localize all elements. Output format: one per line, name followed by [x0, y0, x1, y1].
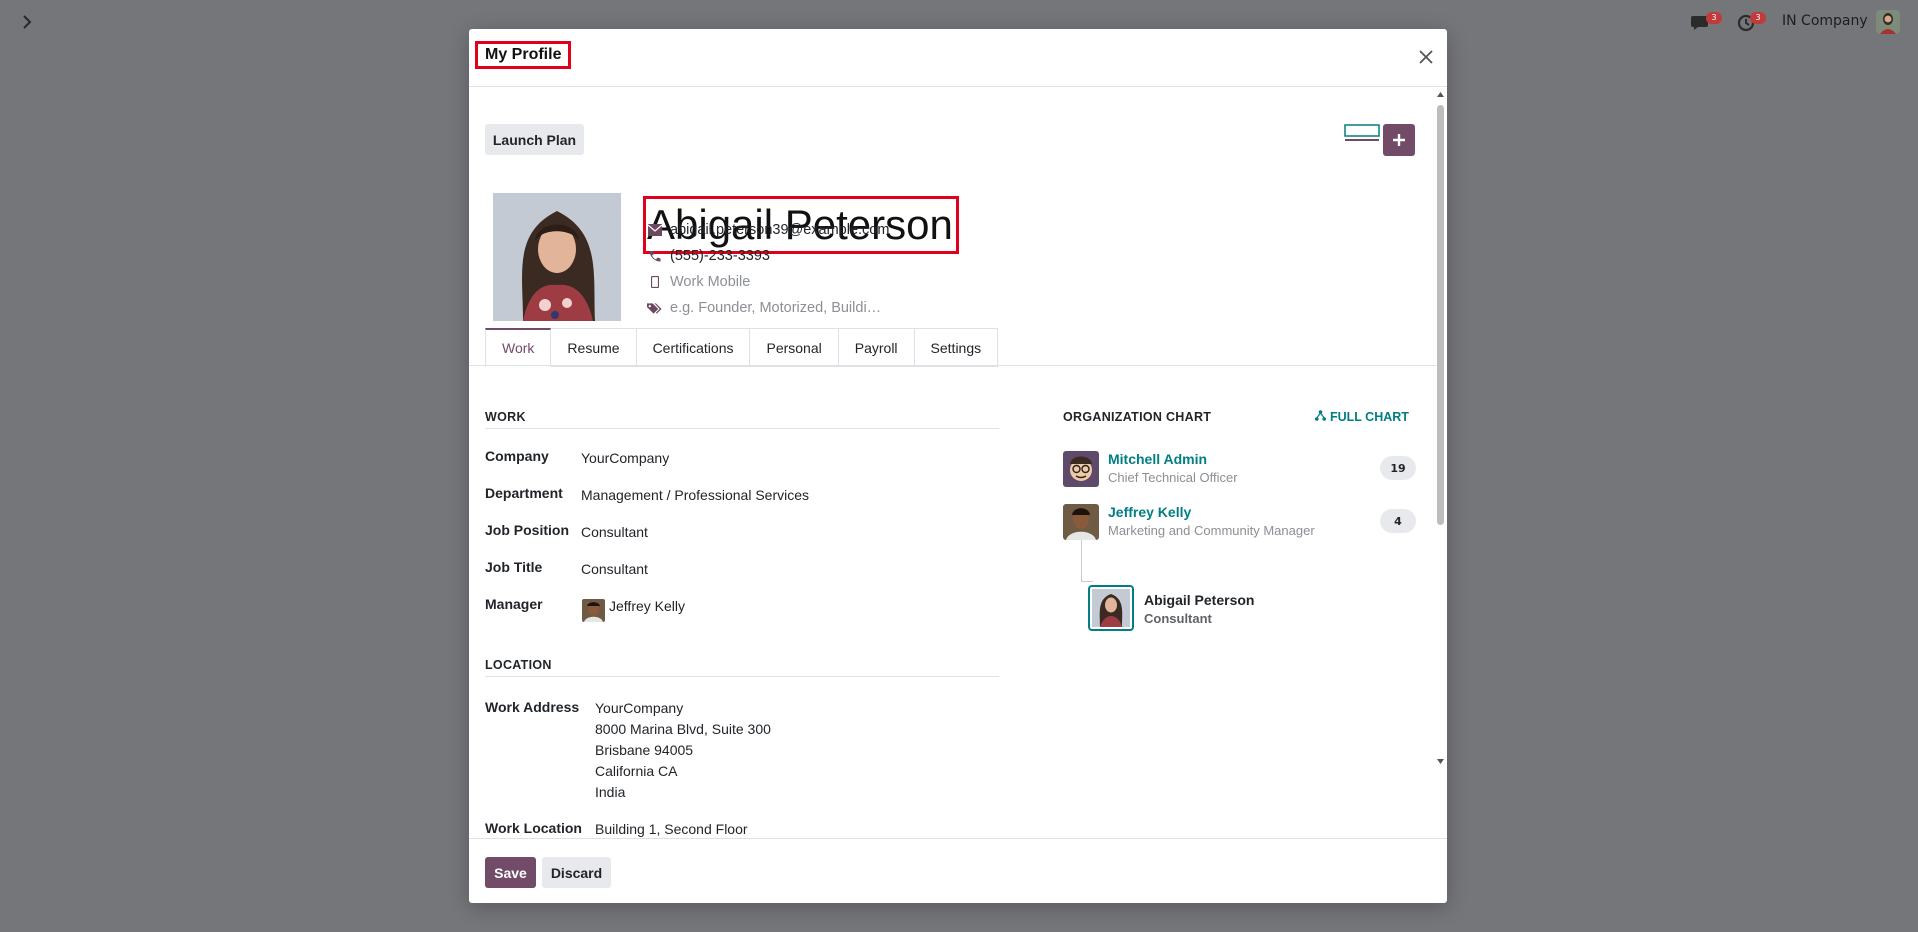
mobile-icon	[647, 275, 662, 290]
tab-work[interactable]: Work	[485, 328, 552, 367]
org-person-role-2: Marketing and Community Manager	[1108, 523, 1315, 538]
job-position-value[interactable]: Consultant	[581, 524, 648, 540]
form-tabs: Work Resume Certifications Personal Payr…	[485, 328, 999, 367]
work-address-line-4: California CA	[595, 763, 678, 779]
work-address-line-5: India	[595, 784, 626, 800]
profile-dialog: My Profile Launch Plan Abigail Peterson …	[469, 29, 1447, 903]
tabs-divider	[469, 365, 1436, 366]
work-location-label: Work Location	[485, 820, 582, 836]
location-section-title: LOCATION	[485, 658, 552, 672]
phone-icon	[647, 249, 662, 264]
mitchell-admin-avatar[interactable]	[1063, 451, 1099, 487]
company-value[interactable]: YourCompany	[581, 450, 669, 466]
work-section-divider	[485, 428, 999, 429]
subordinates-count-badge-1[interactable]: 19	[1380, 456, 1416, 480]
tab-payroll[interactable]: Payroll	[838, 328, 915, 367]
department-label: Department	[485, 485, 563, 501]
user-avatar[interactable]	[1876, 10, 1900, 34]
tags-placeholder: e.g. Founder, Motorized, Buildi…	[670, 300, 882, 316]
tab-personal[interactable]: Personal	[750, 328, 839, 367]
tab-certifications[interactable]: Certifications	[636, 328, 751, 367]
org-connector-line	[1081, 540, 1082, 582]
manager-label: Manager	[485, 596, 543, 612]
org-connector-branch	[1081, 581, 1093, 582]
save-button[interactable]: Save	[485, 857, 536, 888]
work-address-label: Work Address	[485, 699, 580, 715]
job-title-value[interactable]: Consultant	[581, 561, 648, 577]
phone-row[interactable]: (555)-233-3393	[647, 248, 770, 264]
dialog-title: My Profile	[475, 41, 572, 69]
manager-value[interactable]: Jeffrey Kelly	[609, 598, 685, 614]
org-person-name-3: Abigail Peterson	[1144, 592, 1255, 608]
location-section-divider	[485, 676, 999, 677]
tags-icon	[647, 301, 662, 316]
envelope-icon	[647, 223, 662, 238]
sidebar-toggle-chevron-icon[interactable]	[17, 12, 37, 32]
dialog-header: My Profile	[469, 29, 1447, 87]
company-label: Company	[485, 448, 549, 464]
org-person-name-2[interactable]: Jeffrey Kelly	[1108, 504, 1191, 520]
email-row[interactable]: abigail.peterson39@example.com	[647, 222, 889, 238]
tags-row[interactable]: e.g. Founder, Motorized, Buildi…	[647, 300, 881, 316]
full-chart-label: FULL CHART	[1330, 410, 1409, 424]
subordinates-count-badge-2[interactable]: 4	[1380, 509, 1416, 533]
work-address-line-2: 8000 Marina Blvd, Suite 300	[595, 721, 771, 737]
org-person-role-1: Chief Technical Officer	[1108, 470, 1238, 485]
jeffrey-kelly-avatar[interactable]	[1063, 504, 1099, 540]
full-chart-link[interactable]: FULL CHART	[1315, 410, 1409, 424]
dialog-footer: Save Discard	[469, 838, 1447, 904]
dialog-body: Launch Plan Abigail Peterson abigail.pet…	[469, 87, 1447, 838]
manager-avatar	[582, 599, 605, 622]
launch-plan-button[interactable]: Launch Plan	[485, 124, 584, 155]
email-value: abigail.peterson39@example.com	[670, 222, 890, 238]
org-person-name-1[interactable]: Mitchell Admin	[1108, 451, 1207, 467]
employee-photo[interactable]	[493, 193, 621, 321]
add-plus-button[interactable]	[1383, 124, 1415, 156]
work-address-line-1[interactable]: YourCompany	[595, 700, 683, 716]
scrollbar-thumb[interactable]	[1437, 105, 1444, 525]
close-icon[interactable]	[1416, 47, 1436, 67]
mobile-placeholder: Work Mobile	[670, 274, 751, 290]
org-person-role-3: Consultant	[1144, 611, 1212, 626]
mobile-row[interactable]: Work Mobile	[647, 274, 750, 290]
work-address-line-3: Brisbane 94005	[595, 742, 694, 758]
avatar-frame-icon[interactable]	[1344, 124, 1380, 141]
job-position-label: Job Position	[485, 522, 569, 538]
messages-count-badge: 3	[1706, 12, 1722, 24]
job-title-label: Job Title	[485, 559, 543, 575]
work-section-title: WORK	[485, 410, 526, 424]
discard-button[interactable]: Discard	[542, 857, 611, 888]
current-employee-avatar-frame	[1088, 585, 1134, 631]
org-chart-title: ORGANIZATION CHART	[1063, 410, 1212, 424]
company-switcher[interactable]: IN Company	[1782, 13, 1868, 29]
hierarchy-icon	[1315, 410, 1326, 424]
activities-count-badge: 3	[1750, 12, 1766, 24]
tab-resume[interactable]: Resume	[551, 328, 637, 367]
phone-value: (555)-233-3393	[670, 248, 770, 264]
dialog-scrollbar[interactable]	[1436, 91, 1445, 781]
department-value[interactable]: Management / Professional Services	[581, 487, 809, 503]
work-location-value[interactable]: Building 1, Second Floor	[595, 821, 748, 837]
tab-settings[interactable]: Settings	[914, 328, 999, 367]
